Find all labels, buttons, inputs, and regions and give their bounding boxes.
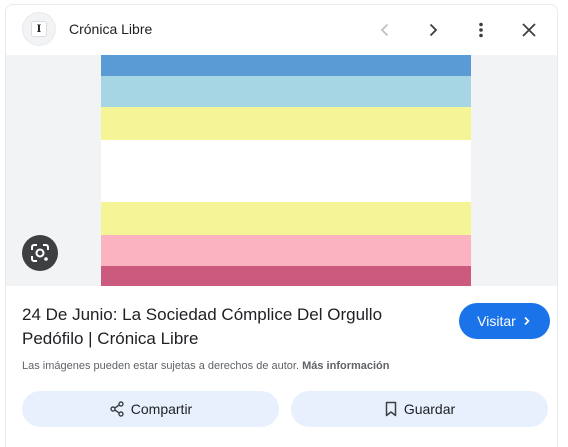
lens-icon [31, 244, 49, 262]
site-favicon[interactable]: I [22, 12, 56, 46]
site-name[interactable]: Crónica Libre [69, 21, 152, 37]
preview-image-area[interactable] [6, 55, 557, 286]
flag-stripe [101, 202, 471, 235]
bookmark-icon [385, 401, 397, 417]
forward-icon [429, 23, 438, 37]
preview-image[interactable] [101, 55, 471, 286]
next-button[interactable] [417, 14, 449, 46]
flag-stripe [101, 140, 471, 202]
copyright-text: Las imágenes pueden estar sujetas a dere… [22, 360, 300, 372]
share-button-label: Compartir [130, 401, 193, 417]
more-options-button[interactable] [465, 14, 497, 46]
back-icon [380, 23, 389, 37]
flag-stripe [101, 235, 471, 266]
image-preview-panel: I Crónica Libre 24 De Junio: La Sociedad… [5, 4, 558, 447]
lens-search-button[interactable] [22, 235, 58, 271]
save-button[interactable]: Guardar [291, 391, 548, 427]
flag-stripe [101, 55, 471, 76]
more-info-link[interactable]: Más información [302, 360, 389, 372]
result-title[interactable]: 24 De Junio: La Sociedad Cómplice Del Or… [22, 303, 442, 351]
visit-button[interactable]: Visitar [459, 303, 550, 339]
preview-header: I Crónica Libre [6, 5, 557, 55]
site-favicon-icon: I [31, 21, 47, 37]
save-button-label: Guardar [403, 401, 456, 417]
close-icon [522, 23, 536, 37]
share-icon [110, 401, 124, 417]
chevron-right-icon [524, 316, 530, 326]
close-button[interactable] [513, 14, 545, 46]
previous-button[interactable] [369, 14, 401, 46]
flag-stripe [101, 266, 471, 286]
flag-stripe [101, 76, 471, 107]
flag-stripe [101, 107, 471, 140]
share-button[interactable]: Compartir [22, 391, 279, 427]
visit-button-label: Visitar [477, 313, 516, 329]
copyright-notice: Las imágenes pueden estar sujetas a dere… [22, 360, 390, 372]
more-vert-icon [479, 22, 483, 38]
